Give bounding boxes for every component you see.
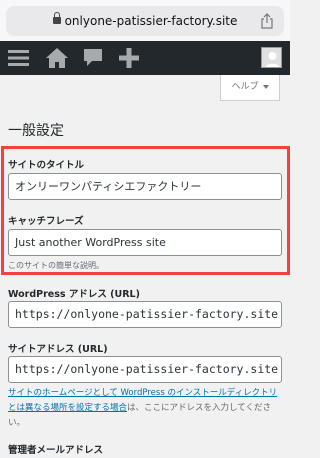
site-address-input[interactable]: https://onlyone-patissier-factory.site xyxy=(8,356,282,383)
url-text: onlyone-patissier-factory.site xyxy=(64,14,238,28)
avatar[interactable] xyxy=(261,47,282,68)
menu-icon[interactable] xyxy=(6,45,32,71)
add-new-icon[interactable] xyxy=(116,45,142,71)
site-address-description: サイトのホームページとして WordPress のインストールディレクトリとは異… xyxy=(8,386,284,431)
tagline-hint: このサイトの簡単な説明。 xyxy=(8,261,104,270)
help-tab-label: ヘルプ xyxy=(231,82,259,92)
site-title-label: サイトのタイトル xyxy=(8,160,85,171)
page-title: 一般設定 xyxy=(8,123,64,139)
lock-icon xyxy=(52,12,61,24)
browser-url-bar: onlyone-patissier-factory.site xyxy=(0,0,290,41)
home-icon[interactable] xyxy=(44,45,70,71)
address-field[interactable]: onlyone-patissier-factory.site xyxy=(6,6,284,36)
admin-email-label: 管理者メールアドレス xyxy=(8,445,104,456)
site-address-label: サイトアドレス (URL) xyxy=(8,344,108,355)
wp-address-label: WordPress アドレス (URL) xyxy=(8,289,140,300)
tagline-label: キャッチフレーズ xyxy=(8,216,84,227)
help-tab-button[interactable]: ヘルプ xyxy=(220,75,280,101)
tagline-input[interactable]: Just another WordPress site xyxy=(8,229,282,256)
wp-address-input[interactable]: https://onlyone-patissier-factory.site xyxy=(8,301,282,328)
share-icon[interactable] xyxy=(260,13,274,29)
comment-icon[interactable] xyxy=(80,45,106,71)
chevron-down-icon xyxy=(262,84,269,89)
admin-bar xyxy=(0,41,290,75)
site-title-input[interactable]: オンリーワンパティシエファクトリー xyxy=(8,173,282,200)
